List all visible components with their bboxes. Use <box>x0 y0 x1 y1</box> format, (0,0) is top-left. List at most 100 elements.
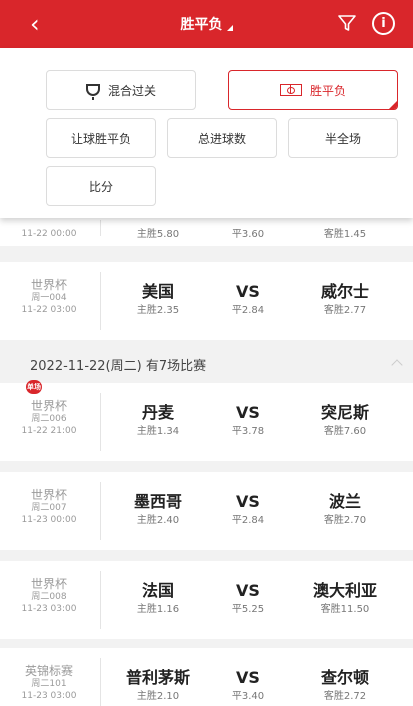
divider <box>100 272 101 330</box>
draw-odd: 平3.40 <box>231 691 265 702</box>
divider <box>100 482 101 540</box>
league-name: 世界杯 <box>30 278 67 292</box>
away-team-cell[interactable]: 威尔士 客胜2.77 <box>290 282 400 318</box>
home-team-cell[interactable]: 墨西哥 主胜2.40 <box>108 492 208 528</box>
mixed-pass-button[interactable]: 混合过关 <box>46 70 196 110</box>
away-odd: 客胜2.72 <box>323 691 367 702</box>
home-odd: 主胜1.34 <box>136 426 180 437</box>
home-odd: 主胜2.10 <box>136 691 180 702</box>
draw-cell[interactable]: VS 平3.78 <box>208 403 288 439</box>
match-number: 周二101 <box>31 679 67 689</box>
total-goals-button[interactable]: 总进球数 <box>167 118 277 158</box>
match-time: 11-23 03:00 <box>21 604 77 614</box>
home-team-cell[interactable]: 法国 主胜1.16 <box>108 581 208 617</box>
home-team: 法国 <box>141 581 174 600</box>
selected-corner-mark <box>388 100 397 109</box>
home-team: 普利茅斯 <box>125 668 190 687</box>
league-info: 世界杯 周二008 11-23 03:00 <box>0 577 98 615</box>
league-info: 英锦标赛 周二101 11-23 03:00 <box>0 664 98 702</box>
home-odd: 主胜2.35 <box>136 305 180 316</box>
draw-odd-cell[interactable]: 平3.60 <box>208 226 288 242</box>
match-row[interactable]: 世界杯 周二007 11-23 00:00 墨西哥 主胜2.40 VS 平2.8… <box>0 472 413 550</box>
home-team: 美国 <box>141 282 174 301</box>
vs-label: VS <box>236 403 260 422</box>
divider <box>100 571 101 629</box>
draw-cell[interactable]: VS 平2.84 <box>208 492 288 528</box>
play-type-panel: 混合过关 胜平负 让球胜平负 总进球数 半全场 比分 <box>0 48 413 218</box>
match-time: 11-22 00:00 <box>21 229 77 239</box>
collapse-chevron-icon[interactable] <box>391 359 403 371</box>
vs-label: VS <box>236 282 260 301</box>
draw-cell[interactable]: VS 平2.84 <box>208 282 288 318</box>
league-info: 11-22 00:00 <box>0 228 98 240</box>
filter-icon[interactable] <box>337 13 357 33</box>
league-info: 世界杯 周二007 11-23 00:00 <box>0 488 98 526</box>
vs-label: VS <box>236 492 260 511</box>
home-team-cell[interactable]: 丹麦 主胜1.34 <box>108 403 208 439</box>
draw-cell[interactable]: VS 平5.25 <box>208 581 288 617</box>
draw-odd: 平5.25 <box>231 604 265 615</box>
match-row[interactable]: 世界杯 周二006 11-22 21:00 丹麦 主胜1.34 VS 平3.78… <box>0 383 413 461</box>
draw-odd: 平2.84 <box>231 305 265 316</box>
score-button[interactable]: 比分 <box>46 166 156 206</box>
half-full-button[interactable]: 半全场 <box>288 118 398 158</box>
draw-odd: 平3.78 <box>231 426 265 437</box>
away-odd-cell[interactable]: 客胜1.45 <box>290 226 400 242</box>
away-team-cell[interactable]: 澳大利亚 客胜11.50 <box>290 581 400 617</box>
away-team-cell[interactable]: 突尼斯 客胜7.60 <box>290 403 400 439</box>
away-team-cell[interactable]: 查尔顿 客胜2.72 <box>290 668 400 704</box>
match-row[interactable]: 世界杯 周二008 11-23 03:00 法国 主胜1.16 VS 平5.25… <box>0 561 413 639</box>
away-odd: 客胜11.50 <box>320 604 370 615</box>
away-team: 威尔士 <box>320 282 369 301</box>
away-team: 澳大利亚 <box>312 581 377 600</box>
league-name: 世界杯 <box>30 577 67 591</box>
app: ‹ 胜平负 i 混合过关 胜平负 让球胜平负 总进球数 半全场 比分 11-22… <box>0 0 413 706</box>
home-odd: 主胜2.40 <box>136 515 180 526</box>
win-draw-lose-label: 胜平负 <box>309 83 346 98</box>
away-odd: 客胜7.60 <box>323 426 367 437</box>
home-team: 丹麦 <box>141 403 174 422</box>
handicap-label: 让球胜平负 <box>70 131 131 146</box>
match-number: 周一004 <box>31 293 67 303</box>
away-team-cell[interactable]: 波兰 客胜2.70 <box>290 492 400 528</box>
trophy-icon <box>85 84 100 100</box>
pitch-icon <box>279 84 302 96</box>
home-team: 墨西哥 <box>133 492 182 511</box>
date-group-header[interactable]: 2022-11-22(周二) 有7场比赛 <box>0 353 413 381</box>
match-time: 11-23 03:00 <box>21 691 77 701</box>
vs-label: VS <box>236 581 260 600</box>
dropdown-triangle-icon <box>226 25 233 31</box>
match-row[interactable]: 英锦标赛 周二101 11-23 03:00 普利茅斯 主胜2.10 VS 平3… <box>0 648 413 706</box>
league-name: 世界杯 <box>30 488 67 502</box>
home-odd: 主胜5.80 <box>136 229 180 240</box>
home-team-cell[interactable]: 美国 主胜2.35 <box>108 282 208 318</box>
league-info: 世界杯 周二006 11-22 21:00 <box>0 399 98 437</box>
home-team-cell[interactable]: 普利茅斯 主胜2.10 <box>108 668 208 704</box>
date-group-text: 2022-11-22(周二) 有7场比赛 <box>30 359 207 374</box>
mixed-pass-label: 混合过关 <box>107 83 156 98</box>
handicap-button[interactable]: 让球胜平负 <box>46 118 156 158</box>
home-odd: 主胜1.16 <box>136 604 180 615</box>
match-row[interactable]: 世界杯 周一004 11-22 03:00 美国 主胜2.35 VS 平2.84… <box>0 262 413 340</box>
match-number: 周二008 <box>31 592 67 602</box>
away-odd: 客胜1.45 <box>323 229 367 240</box>
vs-label: VS <box>236 668 260 687</box>
match-time: 11-22 03:00 <box>21 305 77 315</box>
match-number: 周二007 <box>31 503 67 513</box>
draw-odd: 平2.84 <box>231 515 265 526</box>
away-team: 波兰 <box>328 492 361 511</box>
single-match-badge: 单场 <box>26 380 42 394</box>
league-info: 世界杯 周一004 11-22 03:00 <box>0 278 98 316</box>
score-label: 比分 <box>88 179 113 194</box>
divider <box>100 658 101 706</box>
league-name: 世界杯 <box>30 399 67 413</box>
info-icon[interactable]: i <box>372 12 395 35</box>
draw-odd: 平3.60 <box>231 229 265 240</box>
away-team: 查尔顿 <box>320 668 369 687</box>
divider <box>100 220 101 236</box>
draw-cell[interactable]: VS 平3.40 <box>208 668 288 704</box>
home-odd-cell[interactable]: 主胜5.80 <box>108 226 208 242</box>
win-draw-lose-button[interactable]: 胜平负 <box>228 70 398 110</box>
divider <box>100 393 101 451</box>
half-full-label: 半全场 <box>324 131 361 146</box>
